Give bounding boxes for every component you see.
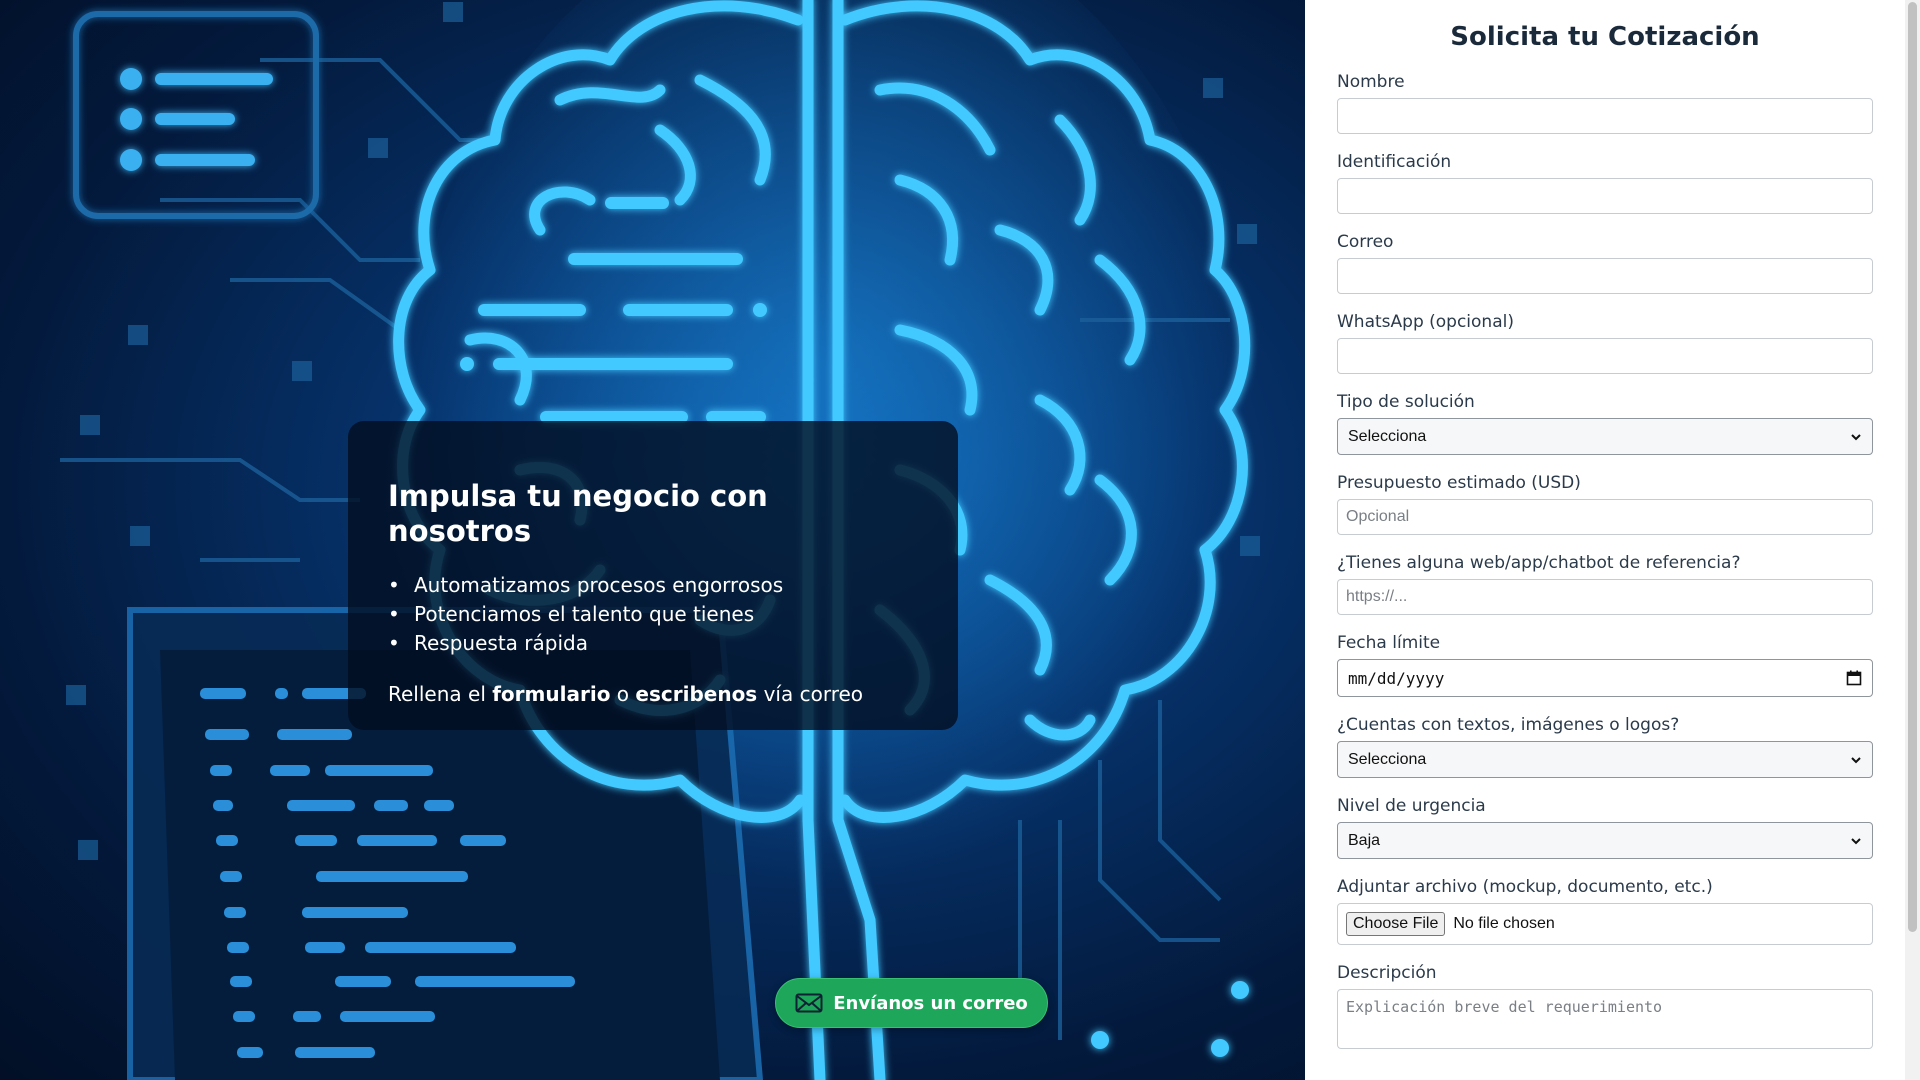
field-archivo: Adjuntar archivo (mockup, documento, etc…: [1337, 877, 1873, 945]
send-email-button[interactable]: Envíanos un correo: [775, 978, 1048, 1028]
hero-bullet-list: Automatizamos procesos engorrosos Potenc…: [388, 571, 918, 658]
identificacion-input[interactable]: [1337, 178, 1873, 214]
referencia-input[interactable]: https://...: [1337, 579, 1873, 615]
archivo-label: Adjuntar archivo (mockup, documento, etc…: [1337, 877, 1713, 897]
cta-prefix: Rellena el: [388, 681, 486, 706]
list-item: Automatizamos procesos engorrosos: [388, 571, 918, 600]
list-item: Potenciamos el talento que tienes: [388, 600, 918, 629]
whatsapp-input[interactable]: [1337, 338, 1873, 374]
correo-input[interactable]: [1337, 258, 1873, 294]
hero-card: Impulsa tu negocio con nosotros Automati…: [348, 421, 958, 730]
scrollbar-thumb[interactable]: [1908, 2, 1917, 932]
cta-form-word: formulario: [492, 681, 611, 706]
nombre-input[interactable]: [1337, 98, 1873, 134]
field-fecha: Fecha límite mm/dd/yyyy: [1337, 633, 1873, 697]
page-scrollbar[interactable]: [1905, 0, 1920, 1080]
mail-icon: [795, 993, 823, 1013]
field-nombre: Nombre: [1337, 72, 1873, 134]
field-tipo-solucion: Tipo de solución Selecciona: [1337, 392, 1873, 455]
referencia-label: ¿Tienes alguna web/app/chatbot de refere…: [1337, 553, 1741, 573]
presupuesto-input[interactable]: Opcional: [1337, 499, 1873, 535]
urgencia-selected: Baja: [1348, 831, 1381, 849]
descripcion-label: Descripción: [1337, 963, 1437, 983]
descripcion-textarea[interactable]: Explicación breve del requerimiento: [1337, 989, 1873, 1049]
field-urgencia: Nivel de urgencia Baja: [1337, 796, 1873, 859]
file-status: No file chosen: [1453, 915, 1555, 932]
nombre-label: Nombre: [1337, 72, 1405, 92]
chevron-down-icon: [1851, 756, 1861, 763]
fecha-label: Fecha límite: [1337, 633, 1441, 653]
correo-label: Correo: [1337, 232, 1394, 252]
field-descripcion: Descripción Explicación breve del requer…: [1337, 963, 1873, 1049]
contenido-label: ¿Cuentas con textos, imágenes o logos?: [1337, 715, 1680, 735]
archivo-file-input[interactable]: Choose File No file chosen: [1337, 903, 1873, 945]
cta-write-word: escribenos: [635, 681, 758, 706]
chevron-down-icon: [1851, 837, 1861, 844]
cta-or: o: [616, 681, 630, 706]
fecha-value: mm/dd/yyyy: [1348, 668, 1445, 688]
field-contenido: ¿Cuentas con textos, imágenes o logos? S…: [1337, 715, 1873, 778]
hero-heading: Impulsa tu negocio con nosotros: [388, 479, 768, 548]
choose-file-button[interactable]: Choose File: [1346, 912, 1446, 936]
field-presupuesto: Presupuesto estimado (USD) Opcional: [1337, 473, 1873, 535]
presupuesto-label: Presupuesto estimado (USD): [1337, 473, 1581, 493]
contenido-select[interactable]: Selecciona: [1337, 741, 1873, 778]
identificacion-label: Identificación: [1337, 152, 1452, 172]
document-list-icon: [73, 11, 319, 219]
field-whatsapp: WhatsApp (opcional): [1337, 312, 1873, 374]
calendar-icon[interactable]: [1846, 670, 1862, 686]
field-correo: Correo: [1337, 232, 1873, 294]
quote-form-panel: Solicita tu Cotización Nombre Identifica…: [1305, 0, 1905, 1080]
hero-section: Impulsa tu negocio con nosotros Automati…: [0, 0, 1305, 1080]
urgencia-label: Nivel de urgencia: [1337, 796, 1486, 816]
tipo-solucion-select[interactable]: Selecciona: [1337, 418, 1873, 455]
contenido-selected: Selecciona: [1348, 750, 1427, 768]
field-referencia: ¿Tienes alguna web/app/chatbot de refere…: [1337, 553, 1873, 615]
field-identificacion: Identificación: [1337, 152, 1873, 214]
send-email-label: Envíanos un correo: [833, 992, 1028, 1014]
list-item: Respuesta rápida: [388, 629, 918, 658]
whatsapp-label: WhatsApp (opcional): [1337, 312, 1514, 332]
urgencia-select[interactable]: Baja: [1337, 822, 1873, 859]
tipo-solucion-selected: Selecciona: [1348, 427, 1427, 445]
form-title: Solicita tu Cotización: [1450, 22, 1760, 52]
cta-suffix: vía correo: [763, 681, 864, 706]
fecha-date-input[interactable]: mm/dd/yyyy: [1337, 659, 1873, 697]
chevron-down-icon: [1851, 433, 1861, 440]
tipo-solucion-label: Tipo de solución: [1337, 392, 1475, 412]
hero-cta-text: Rellena el formulario o escribenos vía c…: [388, 680, 918, 709]
